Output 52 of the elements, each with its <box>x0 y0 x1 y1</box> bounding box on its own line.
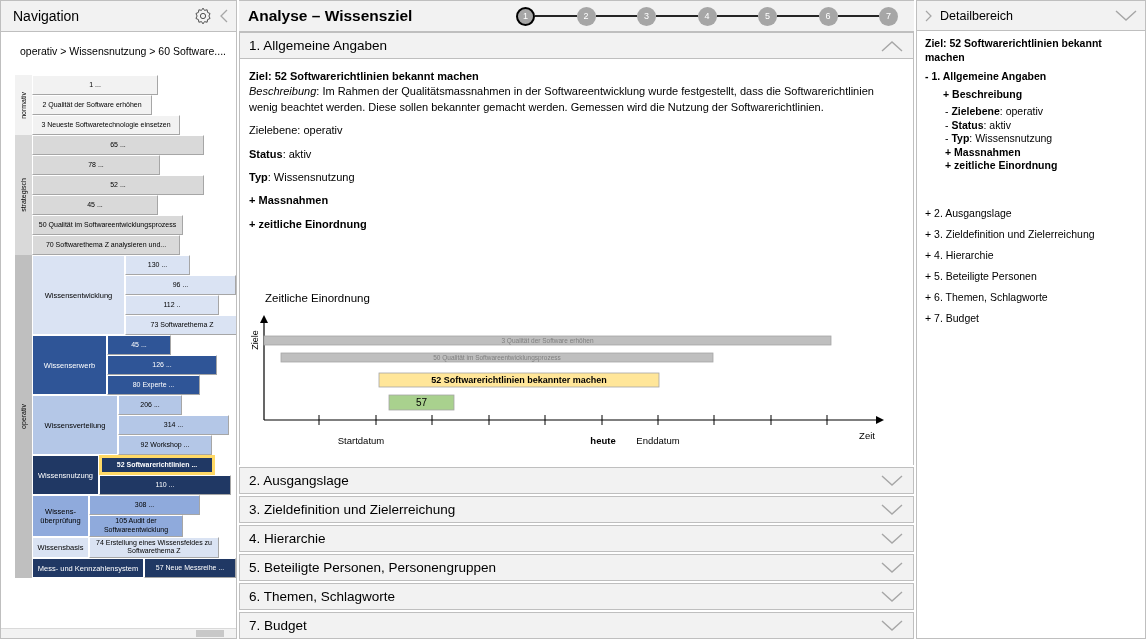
chevron-down-icon[interactable] <box>881 503 903 516</box>
info-text: Typ: Wissensnutzung <box>249 169 356 185</box>
date-label: Enddatum <box>636 435 680 447</box>
info-text: Beschreibung: Im Rahmen der Qualitätsmassnahmen in der Softwareentwicklung wurde festgestellt, dass die Softwarerichtlinien wenig beachtet werden. Diese sollen bekannter gemacht werden. Gemessen wird die Nutzung der Softwarerichtlinien. <box>249 84 875 115</box>
tree-node[interactable]: - Typ: Wissensnutzung <box>945 132 1137 146</box>
expand-icon[interactable] <box>925 9 932 22</box>
timeline-bar[interactable]: 57 <box>388 394 455 411</box>
panel-title: Detailbereich <box>940 8 1014 23</box>
chevron-down-icon[interactable] <box>881 590 903 603</box>
panel-title: Navigation <box>13 8 81 24</box>
tree-node[interactable]: + 7. Budget <box>925 312 1137 325</box>
settings-icon[interactable] <box>194 7 212 25</box>
section-header[interactable]: 5. Beteiligte Personen, Personengruppen <box>239 554 914 581</box>
section-header[interactable]: 6. Themen, Schlagworte <box>239 583 914 610</box>
date-label: heute <box>590 435 616 447</box>
axis-label: Zeit <box>859 430 875 442</box>
tree-node[interactable]: + 2. Ausgangslage <box>925 207 1137 220</box>
chevron-up-icon[interactable] <box>881 39 903 52</box>
tree-node[interactable]: - Zielebene: operativ <box>945 104 1137 119</box>
tree-node[interactable]: + Beschreibung <box>943 88 1137 102</box>
tree-node[interactable]: + Massnahmen <box>945 145 1137 160</box>
page-title: Analyse – Wissensziel <box>248 7 414 25</box>
section-header[interactable]: 3. Zieldefinition und Zielerreichung <box>239 496 914 523</box>
chevron-down-icon[interactable] <box>881 619 903 632</box>
section-header[interactable]: 4. Hierarchie <box>239 525 914 552</box>
tree-node[interactable]: + zeitliche Einordnung <box>945 159 1137 174</box>
axis-label: Ziele <box>250 330 260 350</box>
chevron-down-icon[interactable] <box>881 474 903 487</box>
tree-node[interactable]: - Status: aktiv <box>945 118 1137 133</box>
info-text: Zielebene: operativ <box>249 123 344 139</box>
chevron-down-icon[interactable] <box>881 561 903 574</box>
tree-node[interactable]: + 3. Zieldefinition und Zielerreichung <box>925 228 1137 241</box>
section-header[interactable]: 1. Allgemeine Angaben <box>239 32 914 59</box>
tree-node[interactable]: + 4. Hierarchie <box>925 249 1137 262</box>
timeline-bar[interactable]: 52 Softwarerichtlinien bekannter machen <box>378 372 660 388</box>
collapse-icon[interactable] <box>220 9 228 23</box>
info-text[interactable]: + Massnahmen <box>249 193 903 209</box>
section-header[interactable]: 2. Ausgangslage <box>239 467 914 494</box>
goal-heading: Ziel: 52 Softwarerichtlinien bekannt machen <box>249 69 480 84</box>
chart-title: Zeitliche Einordnung <box>265 292 370 305</box>
breadcrumb: operativ > Wissensnutzung > 60 Software.... <box>20 45 228 59</box>
tree-node[interactable]: - 1. Allgemeine Angaben <box>925 70 1137 83</box>
date-label: Startdatum <box>337 435 385 447</box>
horizontal-scrollbar[interactable] <box>1 628 236 638</box>
section-header[interactable]: 7. Budget <box>239 612 914 639</box>
info-text: Status: aktiv <box>249 146 313 162</box>
chevron-down-icon[interactable] <box>881 532 903 545</box>
tree-node[interactable]: + 6. Themen, Schlagworte <box>925 291 1137 304</box>
goal-heading: Ziel: 52 Softwarerichtlinien bekannt machen <box>925 37 1103 65</box>
chevron-down-icon[interactable] <box>1115 9 1137 22</box>
info-text[interactable]: + zeitliche Einordnung <box>249 216 903 233</box>
tree-node[interactable]: + 5. Beteiligte Personen <box>925 270 1137 283</box>
